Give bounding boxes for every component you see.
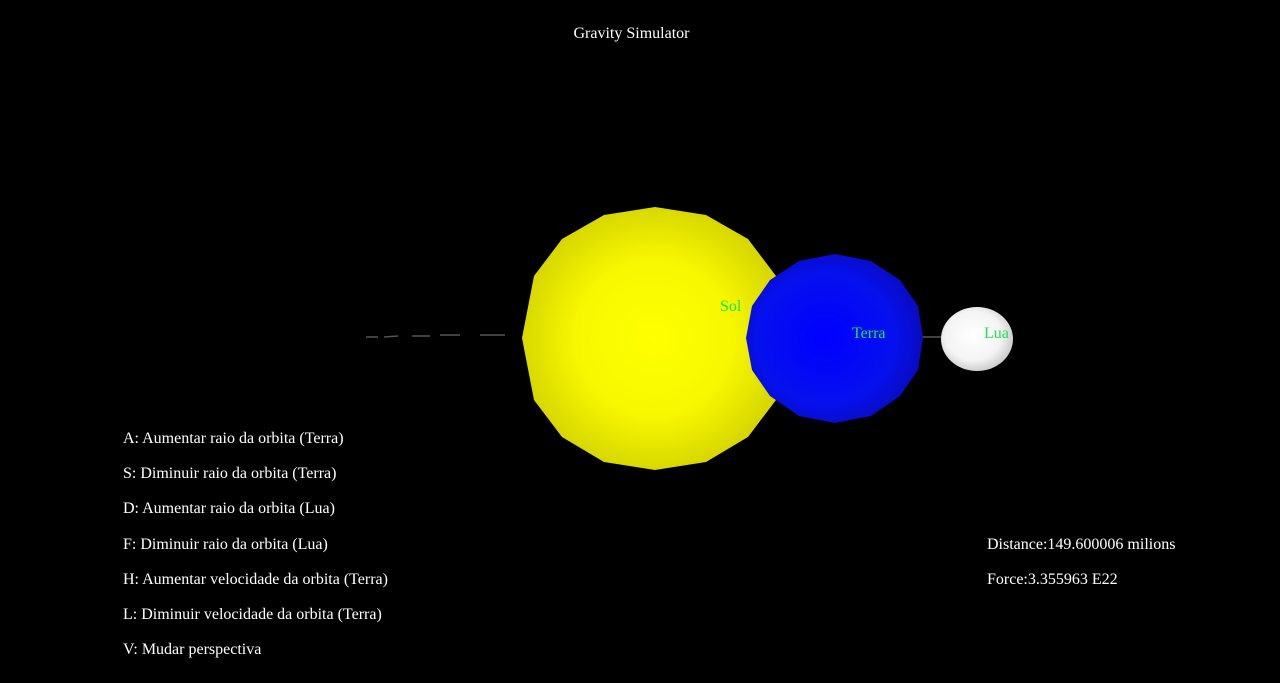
help-line-h: H: Aumentar velocidade da orbita (Terra): [123, 571, 388, 588]
help-line-d: D: Aumentar raio da orbita (Lua): [123, 500, 335, 517]
moon-label: Lua: [984, 325, 1009, 342]
help-line-s: S: Diminuir raio da orbita (Terra): [123, 465, 337, 482]
sun-label: Sol: [720, 298, 742, 315]
force-readout: Force:3.355963 E22: [987, 571, 1118, 588]
help-line-a: A: Aumentar raio da orbita (Terra): [123, 430, 344, 447]
help-line-f: F: Diminuir raio da orbita (Lua): [123, 536, 328, 553]
help-line-v: V: Mudar perspectiva: [123, 641, 262, 658]
earth-label: Terra: [852, 325, 886, 342]
help-line-l: L: Diminuir velocidade da orbita (Terra): [123, 606, 382, 623]
earth-sphere: [746, 254, 923, 423]
distance-readout: Distance:149.600006 milions: [987, 536, 1176, 553]
